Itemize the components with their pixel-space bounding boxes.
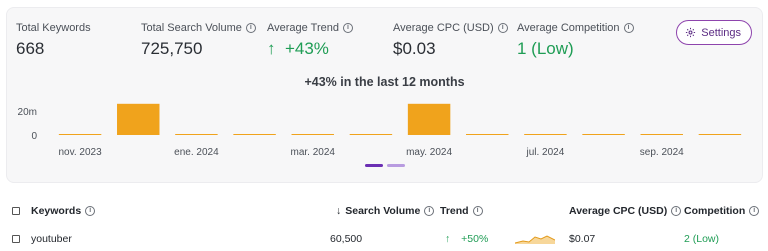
chart-title: +43% in the last 12 months xyxy=(304,75,465,89)
x-tick-label: mar. 2024 xyxy=(291,147,336,158)
total-keywords-value: 668 xyxy=(16,39,45,58)
chart-bar[interactable] xyxy=(291,134,334,135)
total-search-volume-label: Total Search Volume xyxy=(141,22,242,34)
row-checkbox[interactable] xyxy=(12,235,20,243)
competition-cell: 2 (Low) xyxy=(684,233,720,245)
total-keywords-metric: Total Keywords 668 xyxy=(16,22,91,59)
total-search-volume-value: 725,750 xyxy=(141,39,203,58)
pager-dot-active[interactable] xyxy=(365,164,383,167)
x-tick-label: jul. 2024 xyxy=(526,147,565,158)
average-trend-metric: Average Trend i ↑ +43% xyxy=(267,22,353,59)
cpc-cell: $0.07 xyxy=(569,233,596,245)
total-search-volume-metric: Total Search Volume i 725,750 xyxy=(141,22,256,59)
average-competition-metric: Average Competition i 1 (Low) xyxy=(517,22,634,59)
info-icon[interactable]: i xyxy=(749,206,760,216)
average-cpc-metric: Average CPC (USD) i $0.03 xyxy=(393,22,508,59)
x-tick-label: nov. 2023 xyxy=(58,147,102,158)
settings-label: Settings xyxy=(701,26,741,39)
search-volume-cell: 60,500 xyxy=(330,233,363,245)
info-icon[interactable]: i xyxy=(245,23,256,33)
table-header: Keywords i ↓ Search Volume i Trend i Average… xyxy=(0,199,768,223)
chart-bar[interactable] xyxy=(407,103,451,135)
trend-cell: +50% xyxy=(461,233,489,245)
average-trend-value: +43% xyxy=(284,39,329,58)
trend-sparkline xyxy=(515,235,555,244)
keyword-cell[interactable]: youtuber xyxy=(31,233,72,245)
chart-bar[interactable] xyxy=(524,134,567,135)
chart-bar[interactable] xyxy=(640,134,683,135)
chart-pager xyxy=(365,164,405,167)
competition-header[interactable]: Competition xyxy=(684,205,745,217)
chart-bar[interactable] xyxy=(466,134,509,135)
trend-up-arrow-icon: ↑ xyxy=(445,233,451,245)
chart-bar[interactable] xyxy=(117,103,160,135)
gear-icon xyxy=(686,27,696,38)
pager-dot[interactable] xyxy=(387,164,405,167)
total-keywords-label: Total Keywords xyxy=(16,22,91,34)
info-icon[interactable]: i xyxy=(671,206,682,216)
average-trend-label: Average Trend xyxy=(267,22,339,34)
x-tick-label: ene. 2024 xyxy=(174,147,219,158)
info-icon[interactable]: i xyxy=(424,206,435,216)
settings-button[interactable]: Settings xyxy=(676,20,752,45)
y-tick-label: 0 xyxy=(31,131,37,142)
info-icon[interactable]: i xyxy=(85,206,96,216)
x-tick-label: may. 2024 xyxy=(406,147,452,158)
chart-bar[interactable] xyxy=(698,134,742,135)
chart-bar[interactable] xyxy=(582,134,625,135)
y-tick-label: 20m xyxy=(18,107,37,118)
info-icon[interactable]: i xyxy=(623,23,634,33)
average-competition-value: 1 (Low) xyxy=(517,39,574,58)
search-volume-header[interactable]: Search Volume xyxy=(345,205,420,217)
chart-bar[interactable] xyxy=(58,134,102,135)
avg-cpc-header[interactable]: Average CPC (USD) xyxy=(569,205,667,217)
chart-bar[interactable] xyxy=(175,134,218,135)
search-volume-chart: 20m 0 nov. 2023 ene. 2024 mar. 2024 may. 2024… xyxy=(18,103,742,158)
chart-bar[interactable] xyxy=(233,134,276,135)
average-cpc-label: Average CPC (USD) xyxy=(393,22,494,34)
average-cpc-value: $0.03 xyxy=(393,39,436,58)
info-icon[interactable]: i xyxy=(342,23,353,33)
x-tick-label: sep. 2024 xyxy=(640,147,684,158)
trend-header[interactable]: Trend xyxy=(440,205,469,217)
info-icon[interactable]: i xyxy=(472,206,483,216)
trend-up-arrow-icon: ↑ xyxy=(267,39,276,58)
table-row[interactable]: youtuber 60,500 ↑ +50% $0.07 2 (Low) xyxy=(0,227,768,251)
chart-bar[interactable] xyxy=(349,134,393,135)
average-competition-label: Average Competition xyxy=(517,22,620,34)
select-all-checkbox[interactable] xyxy=(12,207,20,215)
sort-desc-icon[interactable]: ↓ xyxy=(336,205,341,217)
summary-panel: Total Keywords 668 Total Search Volume i … xyxy=(6,7,763,183)
info-icon[interactable]: i xyxy=(497,23,508,33)
keywords-header[interactable]: Keywords xyxy=(31,205,81,217)
